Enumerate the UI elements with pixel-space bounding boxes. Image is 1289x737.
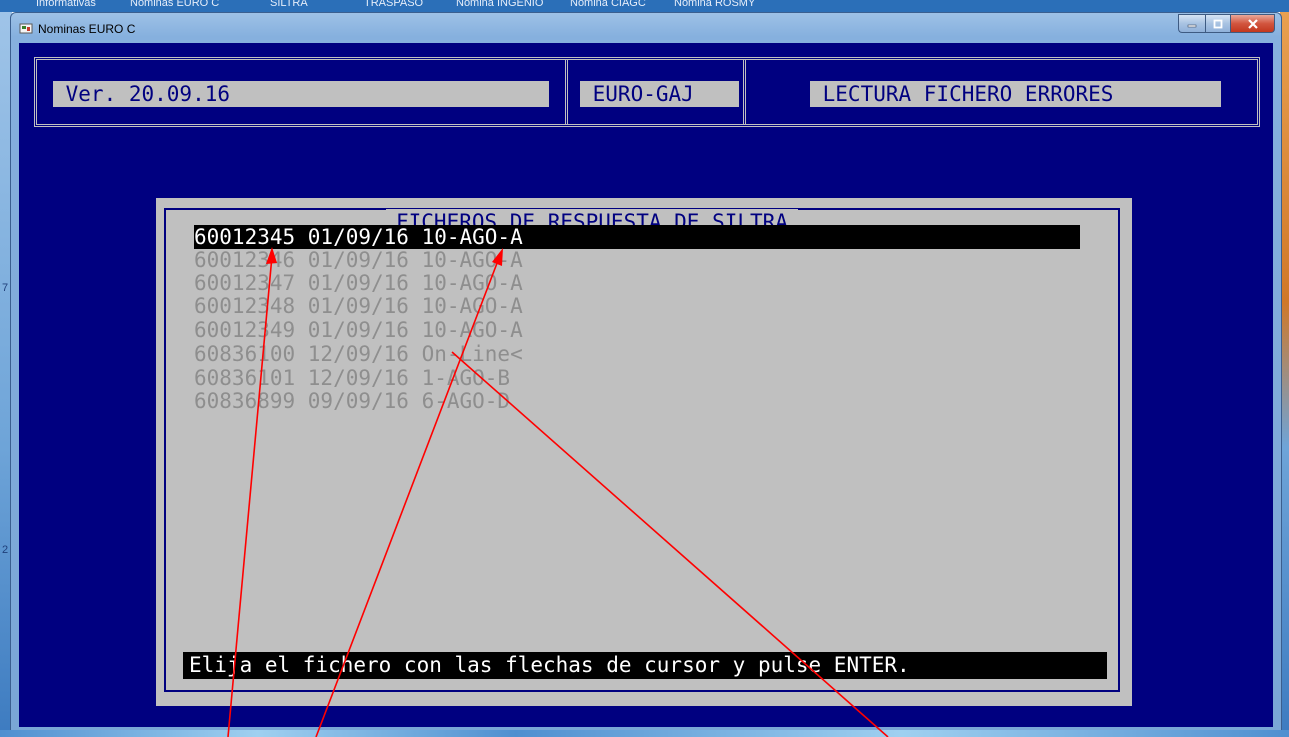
console-area: Ver. 20.09.16 EURO-GAJ LECTURA FICHERO E… xyxy=(19,43,1273,727)
close-icon xyxy=(1247,18,1258,29)
header-separator xyxy=(565,60,568,124)
version-field: Ver. 20.09.16 xyxy=(53,81,549,107)
file-list-item[interactable]: 60836101 12/09/16 1-AGO-B xyxy=(194,366,510,390)
minimize-button[interactable] xyxy=(1178,14,1205,33)
taskbar-item[interactable]: SILTRA xyxy=(270,0,308,9)
company-field: EURO-GAJ xyxy=(580,81,739,107)
close-button[interactable] xyxy=(1231,14,1275,33)
header-separator xyxy=(743,60,746,124)
status-bar: Elija el fichero con las flechas de curs… xyxy=(183,652,1107,679)
taskbar-item[interactable]: Nomina CIAGC xyxy=(570,0,646,9)
taskbar-item[interactable]: Nomina INGENIO xyxy=(456,0,543,9)
file-list-item[interactable]: 60012349 01/09/16 10-AGO-A xyxy=(194,318,523,342)
maximize-icon xyxy=(1213,19,1223,28)
file-dialog: FICHEROS DE RESPUESTA DE SILTRA 60012345… xyxy=(156,198,1132,706)
minimize-icon xyxy=(1187,24,1197,27)
file-list-item[interactable]: 60836899 09/09/16 6-AGO-D xyxy=(194,389,510,413)
window-controls xyxy=(1178,14,1275,34)
file-list-item[interactable]: 60836100 12/09/16 On-Line< xyxy=(194,342,523,366)
title-bar[interactable]: Nominas EURO C xyxy=(11,13,1281,43)
file-list-item[interactable]: 60012346 01/09/16 10-AGO-A xyxy=(194,248,523,272)
desktop-mark: 7 xyxy=(2,282,9,294)
desktop-mark: 2 xyxy=(2,544,9,556)
file-list-item[interactable]: 60012347 01/09/16 10-AGO-A xyxy=(194,271,523,295)
maximize-button[interactable] xyxy=(1205,14,1231,33)
bottom-taskbar xyxy=(0,730,1289,737)
window-title: Nominas EURO C xyxy=(38,22,136,36)
file-list-item[interactable]: 60012348 01/09/16 10-AGO-A xyxy=(194,294,523,318)
app-window: Nominas EURO C Ver. 20.09.16 EURO-GAJ LE… xyxy=(10,12,1282,733)
background-taskbar: Informativas Nominas EURO C SILTRA TRASP… xyxy=(0,0,1289,12)
file-list-item-selected[interactable]: 60012345 01/09/16 10-AGO-A xyxy=(194,225,1080,249)
taskbar-item[interactable]: Nomina ROSMY xyxy=(674,0,755,9)
taskbar-item[interactable]: Informativas xyxy=(36,0,96,9)
taskbar-item[interactable]: Nominas EURO C xyxy=(130,0,219,9)
taskbar-item[interactable]: TRASPASO xyxy=(364,0,423,9)
mode-field: LECTURA FICHERO ERRORES xyxy=(810,81,1221,107)
app-icon[interactable] xyxy=(19,22,33,35)
